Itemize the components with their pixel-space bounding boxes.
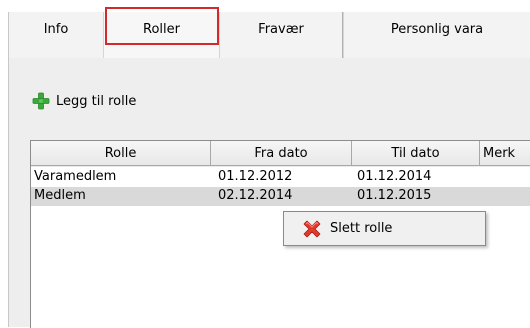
tab-roller-label: Roller <box>143 22 180 37</box>
tab-personlig-vara-label: Personlig vara <box>390 22 484 37</box>
tab-fravaer-label: Fravær <box>258 22 304 37</box>
cell-fra-dato: 01.12.2012 <box>218 169 293 184</box>
column-header-merk[interactable]: Merk <box>480 141 530 166</box>
plus-icon <box>32 92 50 110</box>
cell-til-dato: 01.12.2015 <box>357 188 432 203</box>
tab-fravaer[interactable]: Fravær <box>219 12 343 58</box>
table-row[interactable]: Varamedlem 01.12.2012 01.12.2014 <box>31 168 530 187</box>
delete-x-icon <box>303 220 321 237</box>
tab-info-label: Info <box>43 22 69 37</box>
delete-role-label: Slett rolle <box>330 221 393 236</box>
tab-strip: Info Roller Fravær Personlig vara <box>0 0 530 58</box>
grid-header: Rolle Fra dato Til dato Merk <box>31 141 530 167</box>
add-role-label: Legg til rolle <box>56 93 137 109</box>
table-row-selected[interactable]: Medlem 02.12.2014 01.12.2015 <box>31 187 530 206</box>
tab-roller[interactable]: Roller <box>103 12 219 58</box>
context-menu: Slett rolle <box>283 211 486 246</box>
cell-rolle: Varamedlem <box>34 169 117 184</box>
delete-role-menu-item[interactable]: Slett rolle <box>287 215 482 242</box>
cell-til-dato: 01.12.2014 <box>357 169 432 184</box>
tab-personlig-vara[interactable]: Personlig vara <box>343 12 530 58</box>
cell-fra-dato: 02.12.2014 <box>218 188 293 203</box>
tab-info[interactable]: Info <box>8 12 103 58</box>
cell-rolle: Medlem <box>34 188 86 203</box>
column-header-rolle[interactable]: Rolle <box>31 141 211 166</box>
add-role-button[interactable]: Legg til rolle <box>32 90 136 112</box>
column-header-til-dato[interactable]: Til dato <box>352 141 480 166</box>
column-header-fra-dato[interactable]: Fra dato <box>211 141 352 166</box>
